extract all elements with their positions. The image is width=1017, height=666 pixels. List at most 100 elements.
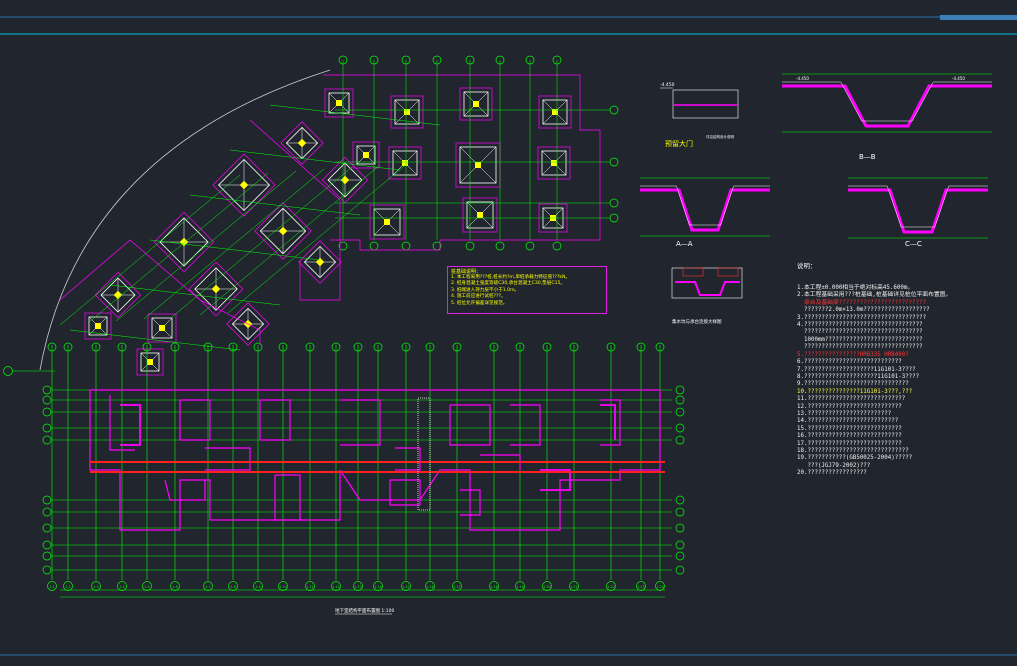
axis-bubble-upper-b bbox=[465, 241, 475, 251]
pile-cap bbox=[537, 146, 571, 180]
wall-line bbox=[259, 399, 291, 441]
slab-detail-frame bbox=[672, 89, 739, 119]
pile-column bbox=[95, 323, 101, 329]
general-note-line: 16.??????????????????????????? bbox=[797, 433, 902, 440]
pile-note-box: 桩基础说明： 1. 本工程采用???桩,桩长约?m,单桩承载力特征值???kN。… bbox=[447, 266, 607, 314]
pile-cap bbox=[94, 271, 142, 319]
pile-cap bbox=[390, 95, 424, 129]
wall-line bbox=[120, 404, 141, 446]
general-note-line: 15.??????????????????????????? bbox=[797, 425, 902, 432]
pile-column bbox=[340, 175, 350, 185]
pit-detail-tag bbox=[682, 267, 704, 277]
pile-note-lines: 1. 本工程采用???桩,桩长约?m,单桩承载力特征值???kN。 2. 桩身混凝… bbox=[448, 275, 606, 307]
wall-line bbox=[449, 404, 491, 446]
axis-label: 1-3 bbox=[93, 585, 98, 589]
axis-label: 1-14 bbox=[374, 585, 381, 589]
section-detail bbox=[782, 73, 992, 133]
general-note-line: 6.???????????????????????????? bbox=[797, 359, 902, 366]
pile-column bbox=[477, 212, 483, 218]
axis-bubble-right bbox=[675, 495, 685, 505]
general-notes-lines: 1.本工程±0.000相当于绝对标高45.600m。 2.本工程基础采用???桩基… bbox=[797, 285, 1015, 478]
axis-label: 1-7 bbox=[205, 585, 210, 589]
pile-column bbox=[159, 325, 165, 331]
axis-label: 1-6 bbox=[172, 585, 177, 589]
pile-caps-group bbox=[84, 87, 572, 376]
axis-bubble-upper-b bbox=[525, 241, 535, 251]
axis-label: 1-1 bbox=[49, 585, 54, 589]
pile-column bbox=[384, 219, 390, 225]
wall-line bbox=[164, 479, 206, 501]
axis-label: 1-19 bbox=[516, 585, 523, 589]
axis-line-diag-2 bbox=[229, 149, 401, 171]
section-outline bbox=[640, 188, 770, 232]
pit-detail-tag bbox=[717, 267, 739, 277]
axis-line-diag-2 bbox=[189, 194, 361, 216]
axis-label: 1-22 bbox=[607, 585, 614, 589]
axis-label: 1-10 bbox=[279, 585, 286, 589]
general-note-line: 4.?????????????????????????????????? bbox=[797, 322, 923, 329]
general-note-line: 7.????????????????????11G101-3???? bbox=[797, 366, 916, 373]
axis-label: 1-4 bbox=[119, 585, 124, 589]
axis-bubble-right bbox=[675, 395, 685, 405]
elevation-mark-1: -4.450 bbox=[660, 82, 675, 88]
wall-line bbox=[179, 399, 211, 441]
pile-cap bbox=[455, 142, 501, 188]
section-rebar bbox=[848, 185, 988, 228]
axis-label: 1-2 bbox=[65, 585, 70, 589]
pile-column bbox=[315, 257, 325, 267]
axis-line-diag-2 bbox=[69, 329, 241, 351]
wall-line bbox=[339, 390, 661, 531]
axis-bubble-right bbox=[675, 565, 685, 575]
axis-bubble-left bbox=[42, 385, 52, 395]
cad-drawing-canvas[interactable]: 1-1 1-2 1-3 1-4 1-5 1-6 1-7 1-8 1-9 1-10 1-11 1-12 1… bbox=[0, 0, 1017, 662]
general-note-line: 2.本工程基础采用???桩基础,桩基础详见桩位平面布置图。 bbox=[797, 292, 952, 299]
detail-slab-note: 详见结构设计说明 bbox=[706, 134, 734, 139]
axis-label: 1-21 bbox=[570, 585, 577, 589]
wall-line bbox=[274, 474, 301, 521]
general-note-line: 5.????????????????HRB335 HRB400? bbox=[797, 351, 909, 358]
pile-column bbox=[363, 152, 369, 158]
wall-line bbox=[600, 404, 616, 440]
axis-label: 1-11 bbox=[306, 585, 313, 589]
axis-bubble-right bbox=[675, 551, 685, 561]
pile-cap bbox=[136, 348, 164, 376]
general-notes-title: 说明： bbox=[797, 261, 817, 270]
pile-cap bbox=[153, 211, 215, 273]
axis-label: 1-24 bbox=[656, 585, 663, 589]
pit-detail-outline bbox=[675, 281, 740, 296]
wall-line bbox=[109, 395, 135, 451]
elevation-mark-2: -4.450 bbox=[796, 76, 809, 81]
wall-line bbox=[600, 399, 621, 446]
pile-cap bbox=[212, 153, 276, 217]
axis-bubble-upper-r bbox=[609, 157, 619, 167]
general-note-line: 14.?????????????????????????? bbox=[797, 418, 899, 425]
pile-cap bbox=[369, 204, 405, 240]
general-note-line: 8.?????????????????????11G101-3???? bbox=[797, 373, 920, 380]
axis-bubble-upper-b bbox=[401, 241, 411, 251]
pile-column bbox=[473, 101, 479, 107]
axis-bubble-upper-b bbox=[552, 241, 562, 251]
pile-column bbox=[402, 160, 408, 166]
axis-bubble-upper-r bbox=[609, 213, 619, 223]
curved-wing-arc bbox=[39, 69, 331, 371]
pile-cap bbox=[538, 95, 572, 129]
general-notes: 说明： 1.本工程±0.000相当于绝对标高45.600m。 2.本工程基础采用?… bbox=[797, 248, 1015, 492]
section-label-a: A—A bbox=[676, 240, 693, 248]
axis-label: 1-23 bbox=[637, 585, 644, 589]
axis-label: 1-17 bbox=[453, 585, 460, 589]
axis-label: 1-13 bbox=[354, 585, 361, 589]
detail-caption-mid: 集水坑与承台连接大样图 bbox=[672, 318, 722, 325]
pile-column bbox=[297, 138, 307, 148]
axis-label: 1-15 bbox=[402, 585, 409, 589]
pile-column bbox=[475, 162, 481, 168]
axis-label: 1-12 bbox=[332, 585, 339, 589]
wall-line bbox=[205, 447, 251, 471]
pile-column bbox=[551, 160, 557, 166]
general-note-line: 3.??????????????????????????????????? bbox=[797, 314, 927, 321]
general-note-line: ?????????????????????????????????? bbox=[797, 344, 923, 351]
axis-bubble-left bbox=[42, 507, 52, 517]
pile-note-title: 桩基础说明： bbox=[451, 269, 482, 275]
general-note-line: 19.???????????(GB50025-2004)????? bbox=[797, 455, 913, 462]
general-note-line: 承台及基础梁????????????????????????? bbox=[797, 299, 927, 306]
pile-cap bbox=[352, 141, 380, 169]
